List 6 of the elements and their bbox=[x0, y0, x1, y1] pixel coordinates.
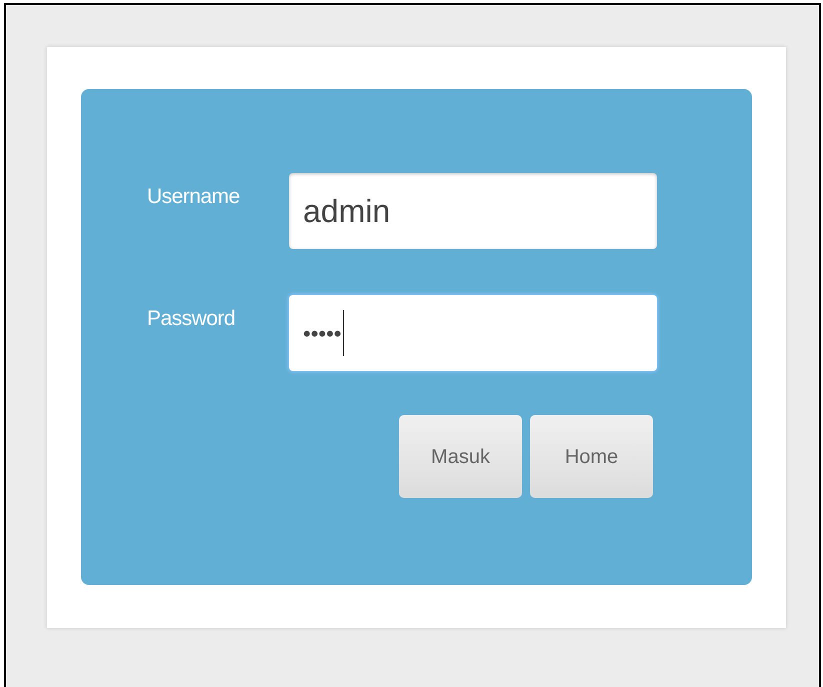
form-button[interactable]: Masuk bbox=[399, 415, 522, 498]
field-label: Username bbox=[147, 184, 241, 210]
form-button[interactable]: Home bbox=[530, 415, 653, 498]
text-field[interactable]: ••••• bbox=[289, 295, 657, 371]
text-field[interactable]: admin bbox=[289, 173, 657, 249]
field-label: Password bbox=[147, 306, 236, 332]
